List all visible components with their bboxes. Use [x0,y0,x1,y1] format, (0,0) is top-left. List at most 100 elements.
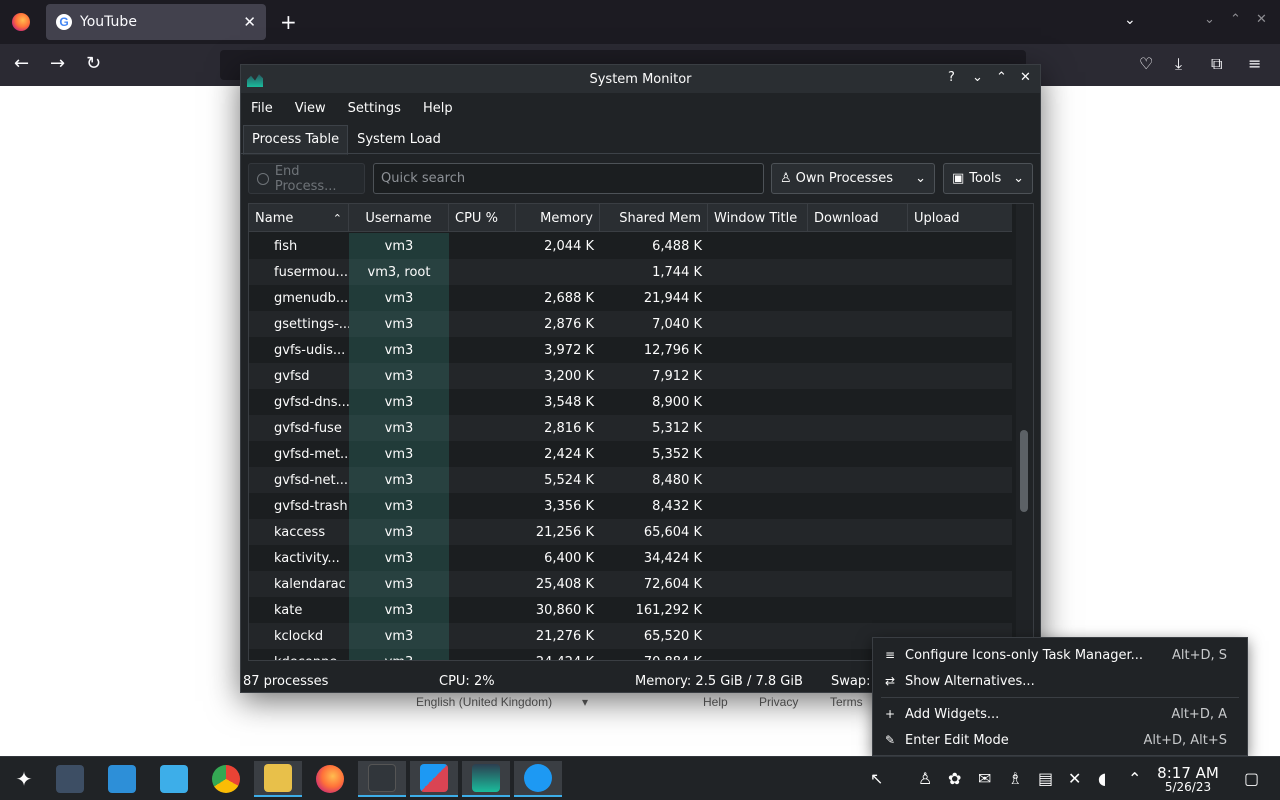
close-icon[interactable]: ✕ [1020,70,1031,85]
tab-process-table[interactable]: Process Table [243,125,349,155]
table-row[interactable]: gsettings-... vm3 2,876 K 7,040 K [249,311,1012,337]
taskbar-web-browser[interactable] [514,761,562,797]
back-arrow-icon[interactable]: ← [14,53,29,74]
table-row[interactable]: gvfsd-trash vm3 3,356 K 8,432 K [249,493,1012,519]
tab-system-load[interactable]: System Load [348,125,450,155]
table-row[interactable]: gvfsd-dns... vm3 3,548 K 8,900 K [249,389,1012,415]
table-row[interactable]: gvfs-udis... vm3 3,972 K 12,796 K [249,337,1012,363]
updates-tray-icon[interactable]: ✉ [978,769,991,788]
process-count: 87 processes [243,674,329,689]
tab-close-icon[interactable]: ✕ [243,13,256,31]
taskbar-discover[interactable] [98,761,146,797]
menu-help[interactable]: Help [417,101,459,116]
language-selector[interactable]: English (United Kingdom) [416,695,552,709]
taskbar: ✦ ↖ ♙ ✿ ✉ ♗ ▤ ✕ ◖ ⌃ ▢ [0,756,1280,800]
column-header-download[interactable]: Download [808,204,908,232]
cell-upload [908,311,1012,337]
clock-date[interactable]: 5/26/23 [1156,780,1220,794]
table-row[interactable]: gvfsd-net... vm3 5,524 K 8,480 K [249,467,1012,493]
table-row[interactable]: kate vm3 30,860 K 161,292 K [249,597,1012,623]
scrollbar-thumb[interactable] [1020,430,1028,512]
table-row[interactable]: gvfsd-met... vm3 2,424 K 5,352 K [249,441,1012,467]
menu-item-show-alternatives[interactable]: ⇄ Show Alternatives... [873,668,1247,694]
chrome-app-icon [212,765,240,793]
cell-username: vm3 [349,571,449,597]
pocket-icon[interactable]: ♡ [1139,54,1153,73]
menu-settings[interactable]: Settings [342,101,407,116]
menu-item-enter-edit-mode[interactable]: ✎ Enter Edit Mode Alt+D, Alt+S [873,727,1247,753]
taskbar-kdeconnect[interactable] [254,761,302,797]
column-header-name[interactable]: Name ⌃ [249,204,349,232]
cell-username: vm3 [349,467,449,493]
minimize-icon[interactable]: ⌄ [972,70,983,85]
app-menu-icon[interactable]: ≡ [1248,54,1261,73]
table-row[interactable]: gvfsd vm3 3,200 K 7,912 K [249,363,1012,389]
column-header-upload[interactable]: Upload [908,204,1012,232]
forward-arrow-icon[interactable]: → [50,53,65,74]
user-switcher-icon[interactable]: ♙ [918,769,932,788]
application-launcher-button[interactable]: ✦ [0,761,48,797]
taskbar-files[interactable] [150,761,198,797]
browser-tab-youtube[interactable]: G YouTube ✕ [46,4,266,40]
extensions-icon[interactable]: ⧉ [1211,54,1222,74]
menu-item-add-widgets[interactable]: + Add Widgets... Alt+D, A [873,701,1247,727]
table-row[interactable]: gmenudb... vm3 2,688 K 21,944 K [249,285,1012,311]
footer-link-terms[interactable]: Terms [830,695,863,709]
window-titlebar[interactable]: System Monitor ? ⌄ ⌃ ✕ [241,65,1040,93]
volume-muted-icon[interactable]: ✕ [1068,769,1081,788]
browser-close-icon[interactable]: ✕ [1256,12,1267,27]
shortcut-label: Alt+D, Alt+S [1143,732,1227,748]
process-filter-dropdown[interactable]: ♙ Own Processes ⌄ [771,163,935,194]
taskbar-system-monitor[interactable] [462,761,510,797]
footer-link-help[interactable]: Help [703,695,728,709]
menu-view[interactable]: View [289,101,332,116]
end-process-button[interactable]: End Process... [248,163,365,194]
menu-file[interactable]: File [245,101,279,116]
cell-cpu [449,233,516,259]
downloads-icon[interactable]: ⤓ [1175,54,1182,74]
column-header-username[interactable]: Username [349,204,449,232]
column-header-shared-mem[interactable]: Shared Mem [600,204,708,232]
help-button[interactable]: ? [948,70,955,85]
list-all-tabs-icon[interactable]: ⌄ [1124,12,1136,28]
table-row[interactable]: fish vm3 2,044 K 6,488 K [249,233,1012,259]
cell-download [808,571,908,597]
column-header-window-title[interactable]: Window Title [708,204,808,232]
taskbar-firefox[interactable] [306,761,354,797]
column-header-cpu[interactable]: CPU % [449,204,516,232]
table-row[interactable]: kalendarac vm3 25,408 K 72,604 K [249,571,1012,597]
language-dropdown-icon[interactable]: ▾ [582,695,588,709]
cell-username: vm3 [349,597,449,623]
browser-maximize-icon[interactable]: ⌃ [1230,12,1241,27]
taskbar-kate[interactable] [410,761,458,797]
kdeconnect-tray-icon[interactable]: ✿ [948,769,961,788]
table-row[interactable]: fusermou... vm3, root 1,744 K [249,259,1012,285]
column-header-memory[interactable]: Memory [516,204,600,232]
volume-icon[interactable]: ◖ [1098,769,1106,788]
new-tab-button[interactable]: + [280,10,297,34]
configure-icon: ≡ [885,648,896,662]
footer-link-privacy[interactable]: Privacy [759,695,798,709]
cell-shared-mem: 12,796 K [643,342,702,358]
taskbar-chrome[interactable] [202,761,250,797]
cell-upload [908,389,1012,415]
vertical-scrollbar[interactable] [1016,204,1033,660]
taskbar-konsole[interactable] [358,761,406,797]
menu-item-configure-task-manager[interactable]: ≡ Configure Icons-only Task Manager... A… [873,642,1247,668]
maximize-icon[interactable]: ⌃ [996,70,1007,85]
table-row[interactable]: kaccess vm3 21,256 K 65,604 K [249,519,1012,545]
table-row[interactable]: kactivity... vm3 6,400 K 34,424 K [249,545,1012,571]
tools-dropdown[interactable]: ▣ Tools ⌄ [943,163,1033,194]
firefox-view-button[interactable] [0,0,42,44]
browser-minimize-icon[interactable]: ⌄ [1204,12,1215,27]
table-row[interactable]: gvfsd-fuse vm3 2,816 K 5,312 K [249,415,1012,441]
tray-expand-icon[interactable]: ⌃ [1128,769,1141,788]
quick-search-input[interactable] [373,163,764,194]
taskbar-system-settings[interactable] [46,761,94,797]
users-tray-icon[interactable]: ♗ [1008,769,1022,788]
reload-icon[interactable]: ↻ [86,53,101,74]
clipboard-icon[interactable]: ▤ [1038,769,1053,788]
cell-username: vm3, root [349,259,449,285]
browser-tab-strip: G YouTube ✕ + ⌄ ⌄ ⌃ ✕ [0,0,1280,44]
show-desktop-icon[interactable]: ▢ [1244,769,1259,788]
